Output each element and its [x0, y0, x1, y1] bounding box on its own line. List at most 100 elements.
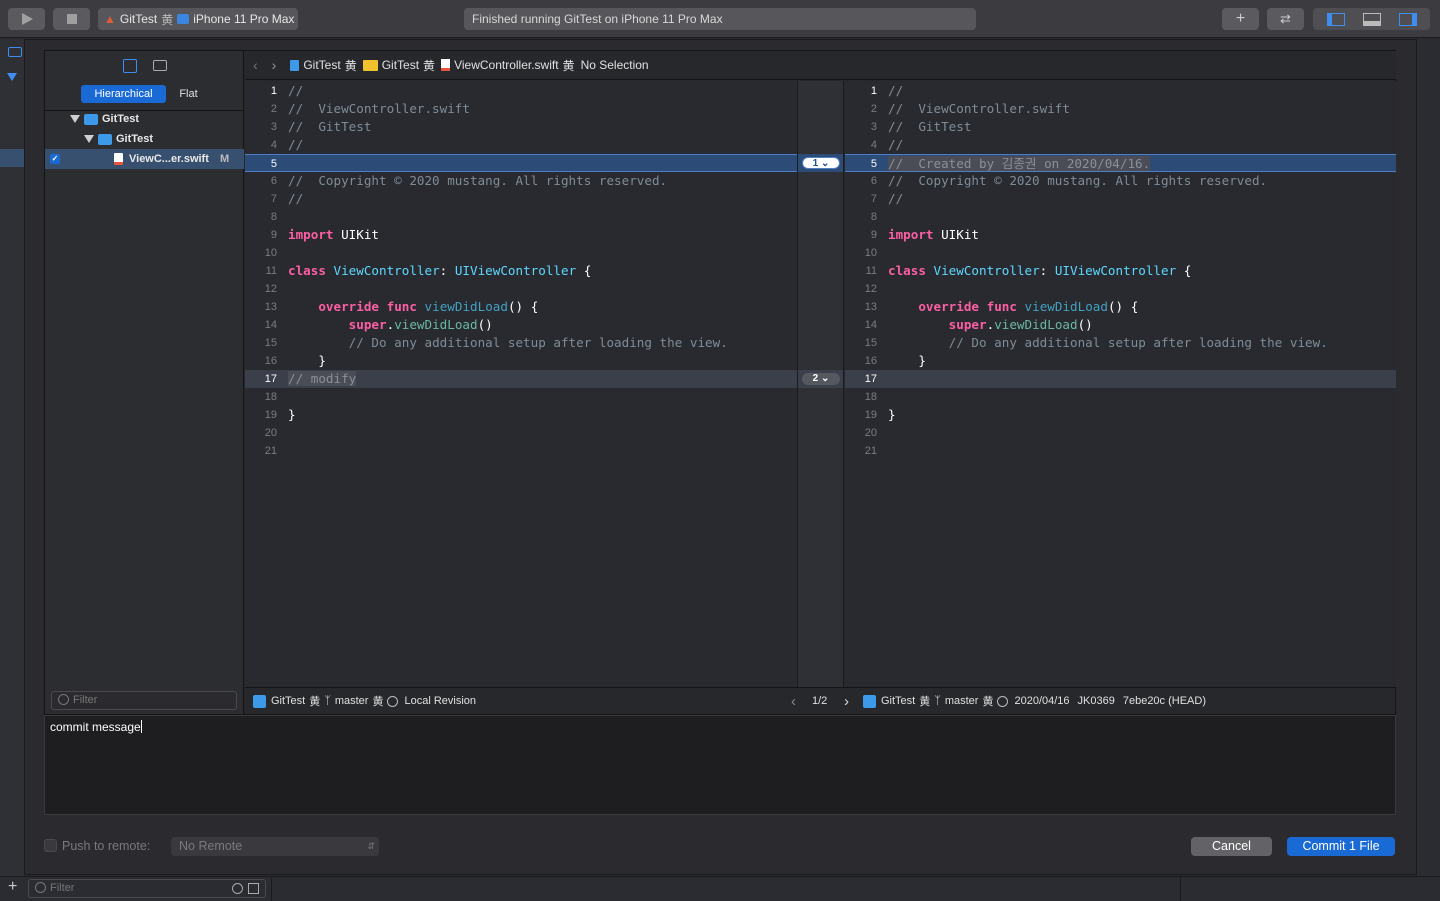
scheme-project: GitTest	[119, 12, 158, 26]
code-text: super.viewDidLoad()	[948, 317, 1093, 332]
line-number: 2	[870, 103, 877, 115]
breadcrumb-project[interactable]: GitTest ⻩	[290, 57, 357, 74]
change-marker[interactable]: 1 ⌄	[802, 157, 840, 169]
push-label: Push to remote:	[62, 839, 151, 853]
code-line: 9 import UIKit	[245, 226, 797, 244]
commit-message-text: commit message	[50, 720, 141, 734]
code-text: import UIKit	[288, 227, 379, 242]
next-change-icon[interactable]: ›	[844, 693, 849, 710]
code-line: 3 // GitTest	[245, 118, 797, 136]
file-view-icon[interactable]	[123, 59, 137, 73]
tree-item-label: ViewC...er.swift	[129, 153, 209, 165]
head-source-pane[interactable]: 1 // 2 // ViewController.swift 3 // GitTest 4 /…	[845, 81, 1396, 687]
breadcrumb-group[interactable]: GitTest ⻩	[362, 57, 435, 74]
forward-icon[interactable]: ›	[272, 57, 277, 73]
back-icon[interactable]: ‹	[253, 57, 258, 73]
code-text: class ViewController: UIViewController {	[288, 263, 592, 278]
tree-item-group[interactable]: GitTest	[45, 129, 244, 149]
navigator-filter[interactable]: Filter	[51, 691, 237, 710]
code-line: 4 //	[245, 136, 797, 154]
code-text: override func viewDidLoad() {	[918, 299, 1139, 314]
commit-message-field[interactable]: commit message	[44, 715, 1396, 815]
chevron-right-icon: ⻩	[372, 696, 384, 708]
change-marker[interactable]: 2 ⌄	[802, 373, 840, 385]
changes-navigator: Hierarchical Flat GitTest GitTest ✓ View…	[45, 51, 244, 714]
filter-placeholder: Filter	[50, 882, 75, 894]
left-project[interactable]: GitTest	[271, 695, 305, 707]
remote-select[interactable]: No Remote ⇵	[171, 837, 379, 856]
iphone-icon	[177, 14, 190, 24]
line-number: 18	[264, 391, 277, 403]
play-icon	[21, 13, 33, 25]
line-number: 14	[864, 319, 877, 331]
scheme-selector[interactable]: ▲ GitTest ⻩ iPhone 11 Pro Max	[98, 8, 298, 30]
code-line: 21	[845, 442, 1396, 460]
inspector-toggle-icon[interactable]	[1398, 12, 1417, 26]
navigator-toggle-icon[interactable]	[1326, 12, 1345, 26]
code-line: 15 // Do any additional setup after load…	[245, 334, 797, 352]
stop-button[interactable]	[53, 8, 90, 30]
commit-panel: Hierarchical Flat GitTest GitTest ✓ View…	[44, 50, 1396, 715]
code-line: 18	[245, 388, 797, 406]
breadcrumb-label: GitTest	[303, 58, 341, 72]
recent-icon[interactable]	[232, 883, 243, 894]
line-number: 19	[864, 409, 877, 421]
commit-button[interactable]: Commit 1 File	[1287, 837, 1395, 856]
left-branch[interactable]: master	[335, 695, 369, 707]
code-line: 2 // ViewController.swift	[845, 100, 1396, 118]
line-number: 20	[864, 427, 877, 439]
disclosure-icon[interactable]	[70, 115, 80, 123]
breadcrumb-symbol[interactable]: No Selection	[581, 58, 649, 72]
filter-icon	[58, 694, 69, 705]
line-number: 3	[270, 121, 277, 133]
breadcrumb-file[interactable]: ViewController.swift ⻩	[441, 57, 575, 74]
disclosure-icon[interactable]	[84, 135, 94, 143]
project-icon	[253, 694, 266, 708]
left-revision[interactable]: Local Revision	[404, 695, 476, 707]
run-button[interactable]	[8, 8, 45, 30]
line-number: 13	[864, 301, 877, 313]
folder-icon[interactable]	[8, 47, 22, 57]
code-text: import UIKit	[888, 227, 979, 242]
code-line: 5 // Created by 김종권 on 2020/04/16.	[845, 154, 1396, 172]
code-review-button[interactable]: ⇄	[1267, 8, 1304, 30]
cancel-button[interactable]: Cancel	[1191, 837, 1272, 856]
code-line: 8	[245, 208, 797, 226]
right-project[interactable]: GitTest	[881, 695, 915, 707]
filter-icon	[35, 882, 46, 893]
local-source-pane[interactable]: 1 // 2 // ViewController.swift 3 // GitTest 4 /…	[245, 81, 797, 687]
chevron-right-icon: ⻩	[562, 58, 575, 73]
debug-toggle-icon[interactable]	[1362, 12, 1381, 26]
folder-view-icon[interactable]	[153, 60, 167, 71]
line-number: 10	[864, 247, 877, 259]
code-line: 16 }	[245, 352, 797, 370]
previous-change-icon[interactable]: ‹	[791, 693, 796, 710]
right-branch[interactable]: master	[945, 695, 979, 707]
tab-flat[interactable]: Flat	[166, 85, 211, 103]
tree-item-project[interactable]: GitTest	[45, 109, 244, 129]
code-line: 3 // GitTest	[845, 118, 1396, 136]
tree-item-file[interactable]: ✓ ViewC...er.swift M	[45, 149, 244, 169]
code-line: 7 //	[245, 190, 797, 208]
right-date[interactable]: 2020/04/16	[1014, 695, 1069, 707]
toolbar: ▲ GitTest ⻩ iPhone 11 Pro Max Finished r…	[0, 0, 1440, 38]
divider	[271, 877, 272, 901]
add-icon[interactable]: +	[8, 878, 17, 896]
stop-icon	[66, 14, 77, 24]
include-checkbox[interactable]: ✓	[50, 154, 60, 164]
line-number: 5	[870, 158, 877, 170]
push-checkbox[interactable]	[44, 839, 57, 852]
code-text: //	[888, 191, 904, 206]
bottom-filter[interactable]: Filter	[28, 879, 266, 898]
text-cursor	[140, 720, 142, 733]
code-text: // ViewController.swift	[888, 101, 1070, 116]
code-line: 17	[845, 370, 1396, 388]
scm-filter-icon[interactable]	[248, 883, 259, 894]
panel-toggles	[1313, 8, 1430, 30]
change-pager: 1/2	[812, 695, 828, 707]
library-button[interactable]: +	[1222, 8, 1259, 30]
line-number: 9	[270, 229, 277, 241]
tab-hierarchical[interactable]: Hierarchical	[81, 85, 166, 103]
project-icon	[863, 694, 876, 708]
code-text: }	[288, 407, 296, 422]
